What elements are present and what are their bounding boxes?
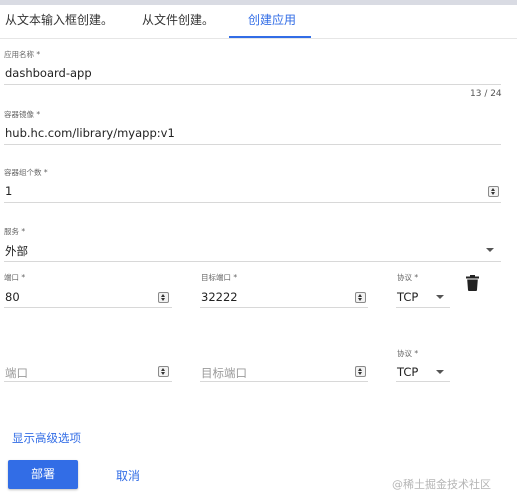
target-port-underline-2 bbox=[200, 381, 368, 382]
tab-create-app[interactable]: 创建应用 bbox=[248, 11, 296, 28]
app-name-input[interactable]: dashboard-app bbox=[5, 66, 92, 80]
target-port-label: 目标端口 * bbox=[201, 273, 238, 282]
app-name-label: 应用名称 * bbox=[4, 50, 41, 59]
tab-from-text[interactable]: 从文本输入框创建。 bbox=[5, 11, 113, 28]
protocol-caret-down-icon-2[interactable] bbox=[436, 370, 444, 374]
pods-underline bbox=[4, 202, 501, 203]
service-label: 服务 * bbox=[4, 227, 26, 236]
protocol-underline bbox=[396, 307, 450, 308]
port-input-2[interactable]: 端口 bbox=[5, 365, 28, 381]
image-underline bbox=[4, 144, 501, 145]
port-spinner-icon[interactable] bbox=[158, 292, 169, 303]
pods-input[interactable]: 1 bbox=[5, 184, 12, 198]
tab-from-file[interactable]: 从文件创建。 bbox=[142, 11, 214, 28]
target-port-spinner-icon[interactable] bbox=[355, 292, 366, 303]
pods-label: 容器组个数 * bbox=[4, 168, 48, 177]
deploy-button[interactable]: 部署 bbox=[8, 460, 78, 489]
protocol-caret-down-icon[interactable] bbox=[436, 295, 444, 299]
service-select[interactable]: 外部 bbox=[5, 243, 28, 259]
app-name-char-counter: 13 / 24 bbox=[470, 89, 502, 99]
port-spinner-icon-2[interactable] bbox=[158, 366, 169, 377]
service-caret-down-icon[interactable] bbox=[486, 248, 494, 252]
image-label: 容器镜像 * bbox=[4, 110, 41, 119]
protocol-select[interactable]: TCP bbox=[397, 290, 418, 304]
port-input[interactable]: 80 bbox=[5, 290, 20, 304]
target-port-underline bbox=[200, 307, 368, 308]
image-input[interactable]: hub.hc.com/library/myapp:v1 bbox=[5, 126, 175, 140]
target-port-input[interactable]: 32222 bbox=[201, 290, 238, 304]
port-label: 端口 * bbox=[4, 273, 26, 282]
create-tabs: 从文本输入框创建。 从文件创建。 创建应用 bbox=[0, 5, 517, 39]
trash-icon[interactable] bbox=[466, 275, 479, 291]
target-port-input-2[interactable]: 目标端口 bbox=[201, 365, 247, 381]
service-underline bbox=[4, 261, 501, 262]
protocol-label: 协议 * bbox=[397, 273, 419, 282]
pods-spinner-icon[interactable] bbox=[488, 186, 499, 197]
protocol-select-2[interactable]: TCP bbox=[397, 365, 418, 379]
active-tab-indicator bbox=[229, 36, 311, 38]
cancel-button[interactable]: 取消 bbox=[116, 467, 140, 484]
app-name-underline bbox=[4, 84, 501, 85]
watermark: @稀土掘金技术社区 bbox=[392, 478, 491, 491]
port-underline bbox=[4, 307, 172, 308]
protocol-underline-2 bbox=[396, 381, 450, 382]
target-port-spinner-icon-2[interactable] bbox=[355, 366, 366, 377]
protocol-label-2: 协议 * bbox=[397, 349, 419, 358]
port-underline-2 bbox=[4, 381, 172, 382]
show-advanced-options-link[interactable]: 显示高级选项 bbox=[12, 430, 81, 446]
